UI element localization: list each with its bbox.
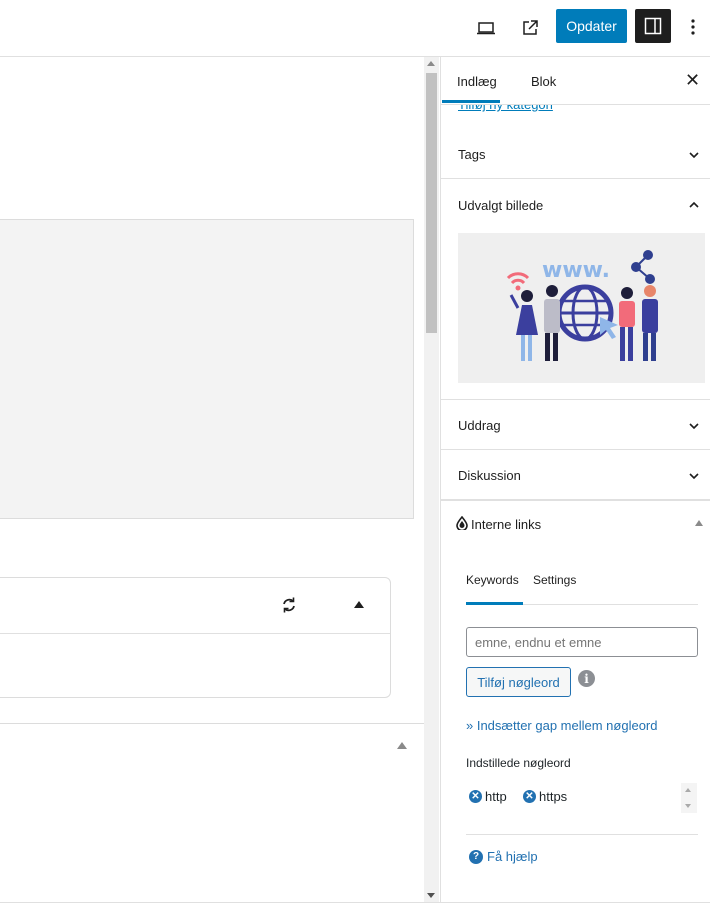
sidebar-toggle-button[interactable] — [635, 9, 671, 43]
featured-image-text: www. — [542, 258, 610, 283]
scroll-up-icon[interactable] — [427, 61, 435, 66]
featured-image-title[interactable]: Udvalgt billede — [458, 198, 543, 213]
divider — [0, 723, 424, 724]
keyword-chip: ✕ https — [523, 789, 567, 804]
excerpt-title: Uddrag — [458, 418, 501, 433]
active-tab-indicator — [442, 100, 500, 103]
help-link[interactable]: ? Få hjælp — [469, 849, 538, 864]
external-link-icon[interactable] — [514, 12, 546, 44]
drop-icon — [456, 516, 468, 530]
sidebar-icon — [644, 17, 662, 35]
set-keywords-label: Indstillede nøgleord — [466, 756, 571, 770]
divider — [0, 633, 390, 634]
remove-keyword-icon[interactable]: ✕ — [469, 790, 482, 803]
chevron-down-icon — [689, 152, 699, 159]
remove-keyword-icon[interactable]: ✕ — [523, 790, 536, 803]
tab-settings[interactable]: Settings — [533, 573, 576, 587]
tags-title: Tags — [458, 147, 486, 162]
excerpt-panel[interactable]: Uddrag — [441, 400, 710, 450]
chevron-up-icon[interactable] — [688, 199, 700, 211]
refresh-icon[interactable] — [279, 595, 299, 615]
internal-links-panel: Interne links Keywords Settings Tilføj n… — [441, 500, 710, 902]
collapse-caret-icon[interactable] — [354, 601, 364, 608]
chevron-down-icon — [689, 473, 699, 480]
keyword-label: https — [539, 789, 568, 804]
keywords-scrollbar[interactable] — [681, 783, 697, 813]
laptop-icon[interactable] — [470, 12, 502, 44]
keyword-chip: ✕ http — [469, 789, 507, 804]
collapse-caret-icon[interactable] — [695, 520, 703, 526]
meta-box — [0, 577, 391, 698]
tab-post[interactable]: Indlæg — [457, 74, 497, 89]
help-label: Få hjælp — [487, 849, 538, 864]
settings-sidebar: Tilføj ny kategori Indlæg Blok ✕ Tags Ud… — [440, 57, 710, 902]
content-block-placeholder[interactable] — [0, 219, 414, 519]
add-keyword-button[interactable]: Tilføj nøgleord — [466, 667, 571, 697]
collapse-caret-icon[interactable] — [397, 742, 407, 749]
chevron-down-icon — [689, 423, 699, 430]
more-vertical-icon — [691, 19, 695, 35]
keyword-input[interactable] — [466, 627, 698, 657]
tags-panel[interactable]: Tags — [441, 128, 710, 179]
help-icon: ? — [469, 849, 483, 864]
more-options-button[interactable] — [683, 12, 703, 42]
close-icon[interactable]: ✕ — [685, 71, 700, 89]
scroll-thumb[interactable] — [426, 73, 437, 333]
info-icon[interactable]: i — [578, 670, 595, 687]
internal-links-title[interactable]: Interne links — [471, 517, 541, 532]
keyword-label: http — [485, 789, 507, 804]
update-button[interactable]: Opdater — [556, 9, 627, 43]
editor-scrollbar[interactable] — [424, 57, 439, 902]
scroll-down-icon[interactable] — [427, 893, 435, 898]
divider — [466, 834, 698, 835]
editor-top-bar: Opdater — [0, 0, 710, 57]
discussion-panel[interactable]: Diskussion — [441, 450, 710, 500]
insert-gap-link[interactable]: » Indsætter gap mellem nøgleord — [466, 718, 657, 733]
tab-block[interactable]: Blok — [531, 74, 556, 89]
active-tab-indicator — [466, 602, 523, 605]
featured-image[interactable]: www. — [458, 233, 705, 383]
discussion-title: Diskussion — [458, 468, 521, 483]
editor-canvas[interactable] — [0, 57, 424, 902]
sidebar-tabs: Indlæg Blok ✕ — [441, 57, 710, 105]
tab-keywords[interactable]: Keywords — [466, 573, 519, 587]
